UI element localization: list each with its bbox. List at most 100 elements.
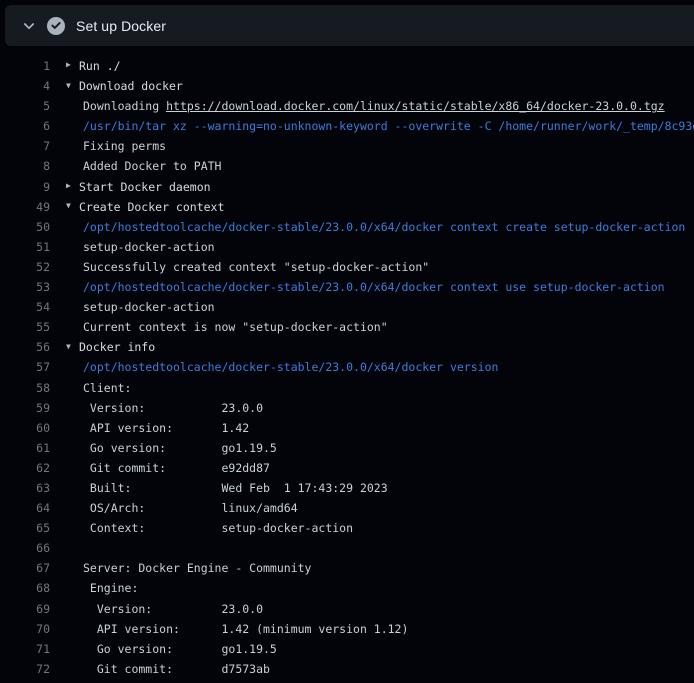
- log-line: 66: [0, 538, 694, 558]
- log-group-toggle[interactable]: ▼Docker info: [66, 337, 155, 357]
- log-line: 68 Engine:: [0, 578, 694, 598]
- log-text: Current context is now "setup-docker-act…: [66, 317, 388, 337]
- log-text: API version: 1.42 (minimum version 1.12): [66, 619, 408, 639]
- log-text: Git commit: e92dd87: [66, 458, 270, 478]
- log-group-toggle[interactable]: ▶Run ./: [66, 56, 121, 76]
- line-number-link[interactable]: 56: [0, 337, 50, 357]
- line-number-link[interactable]: 51: [0, 237, 50, 257]
- log-line: 58 Client:: [0, 378, 694, 398]
- line-number-link[interactable]: 54: [0, 297, 50, 317]
- log-line: 70 API version: 1.42 (minimum version 1.…: [0, 619, 694, 639]
- line-number-link[interactable]: 65: [0, 518, 50, 538]
- log-group-toggle[interactable]: ▼Download docker: [66, 76, 183, 96]
- line-number-link[interactable]: 66: [0, 538, 50, 558]
- log-text-prefix: Downloading: [83, 99, 166, 113]
- line-number-link[interactable]: 70: [0, 619, 50, 639]
- log-command-text: /opt/hostedtoolcache/docker-stable/23.0.…: [66, 217, 694, 237]
- log-line: 59 Version: 23.0.0: [0, 398, 694, 418]
- log-text: Engine:: [66, 578, 138, 598]
- log-line: 50/opt/hostedtoolcache/docker-stable/23.…: [0, 217, 694, 237]
- log-text: Version: 23.0.0: [66, 599, 263, 619]
- log-group-toggle[interactable]: ▶Start Docker daemon: [66, 177, 211, 197]
- group-title: Download docker: [79, 79, 183, 93]
- line-number-link[interactable]: 53: [0, 277, 50, 297]
- log-line: 49 ▼Create Docker context: [0, 197, 694, 217]
- log-command-text: /opt/hostedtoolcache/docker-stable/23.0.…: [66, 357, 498, 377]
- log-text: Git commit: d7573ab: [66, 659, 270, 679]
- log-text: Context: setup-docker-action: [66, 518, 353, 538]
- log-line: 55 Current context is now "setup-docker-a…: [0, 317, 694, 337]
- line-number-link[interactable]: 55: [0, 317, 50, 337]
- log-text: Built: Wed Feb 1 17:43:29 2023: [66, 478, 388, 498]
- line-number-link[interactable]: 68: [0, 578, 50, 598]
- log-link[interactable]: https://download.docker.com/linux/static…: [166, 99, 665, 113]
- triangle-right-icon: ▶: [66, 177, 79, 197]
- log-line: 65 Context: setup-docker-action: [0, 518, 694, 538]
- group-title: Run ./: [79, 59, 121, 73]
- triangle-down-icon: ▼: [66, 197, 79, 217]
- log-line: 56 ▼Docker info: [0, 337, 694, 357]
- line-number-link[interactable]: 64: [0, 498, 50, 518]
- log-line: 8 Added Docker to PATH: [0, 156, 694, 176]
- group-title: Start Docker daemon: [79, 180, 211, 194]
- line-number-link[interactable]: 57: [0, 357, 50, 377]
- log-line: 72 Git commit: d7573ab: [0, 659, 694, 679]
- line-number-link[interactable]: 8: [0, 156, 50, 176]
- success-check-icon: [47, 17, 65, 35]
- line-number-link[interactable]: 60: [0, 418, 50, 438]
- chevron-down-icon[interactable]: [20, 17, 38, 35]
- log-line: 4 ▼Download docker: [0, 76, 694, 96]
- line-number-link[interactable]: 58: [0, 378, 50, 398]
- log-line: 62 Git commit: e92dd87: [0, 458, 694, 478]
- log-line: 71 Go version: go1.19.5: [0, 639, 694, 659]
- log-text: Fixing perms: [66, 136, 166, 156]
- log-line: 5 Downloading https://download.docker.com…: [0, 96, 694, 116]
- line-number-link[interactable]: 6: [0, 116, 50, 136]
- line-number-link[interactable]: 7: [0, 136, 50, 156]
- line-number-link[interactable]: 61: [0, 438, 50, 458]
- line-number-link[interactable]: 67: [0, 558, 50, 578]
- log-line: 9 ▶Start Docker daemon: [0, 177, 694, 197]
- line-number-link[interactable]: 72: [0, 659, 50, 679]
- log-text: Downloading https://download.docker.com/…: [66, 96, 665, 116]
- log-line: 52Successfully created context "setup-do…: [0, 257, 694, 277]
- triangle-down-icon: ▼: [66, 76, 79, 96]
- triangle-down-icon: ▼: [66, 337, 79, 357]
- log-line: 67 Server: Docker Engine - Community: [0, 558, 694, 578]
- line-number-link[interactable]: 5: [0, 96, 50, 116]
- log-line: 7 Fixing perms: [0, 136, 694, 156]
- line-number-link[interactable]: 59: [0, 398, 50, 418]
- log-group-toggle[interactable]: ▼Create Docker context: [66, 197, 224, 217]
- line-number-link[interactable]: 50: [0, 217, 50, 237]
- line-number-link[interactable]: 49: [0, 197, 50, 217]
- line-number-link[interactable]: 62: [0, 458, 50, 478]
- log-text: API version: 1.42: [66, 418, 249, 438]
- log-text: Server: Docker Engine - Community: [66, 558, 311, 578]
- log-line: 60 API version: 1.42: [0, 418, 694, 438]
- step-title: Set up Docker: [76, 18, 166, 34]
- line-number-link[interactable]: 52: [0, 257, 50, 277]
- log-text: [66, 538, 83, 558]
- line-number-link[interactable]: 69: [0, 599, 50, 619]
- log-line: 6/usr/bin/tar xz --warning=no-unknown-ke…: [0, 116, 694, 136]
- log-text: OS/Arch: linux/amd64: [66, 498, 298, 518]
- line-number-link[interactable]: 63: [0, 478, 50, 498]
- line-number-link[interactable]: 1: [0, 56, 50, 76]
- log-text: setup-docker-action: [66, 297, 215, 317]
- log-line: 61 Go version: go1.19.5: [0, 438, 694, 458]
- log-line: 54 setup-docker-action: [0, 297, 694, 317]
- log-line: 63 Built: Wed Feb 1 17:43:29 2023: [0, 478, 694, 498]
- log-line: 53/opt/hostedtoolcache/docker-stable/23.…: [0, 277, 694, 297]
- line-number-link[interactable]: 71: [0, 639, 50, 659]
- log-line: 69 Version: 23.0.0: [0, 599, 694, 619]
- line-number-link[interactable]: 9: [0, 177, 50, 197]
- log-line: 57/opt/hostedtoolcache/docker-stable/23.…: [0, 357, 694, 377]
- step-header[interactable]: Set up Docker: [5, 5, 694, 46]
- log-text: setup-docker-action: [66, 237, 215, 257]
- log-text: Client:: [66, 378, 131, 398]
- log-viewer: 1▶Run ./4▼Download docker5Downloading ht…: [0, 56, 694, 679]
- log-text: Added Docker to PATH: [66, 156, 221, 176]
- log-text: Version: 23.0.0: [66, 398, 263, 418]
- log-line: 64 OS/Arch: linux/amd64: [0, 498, 694, 518]
- line-number-link[interactable]: 4: [0, 76, 50, 96]
